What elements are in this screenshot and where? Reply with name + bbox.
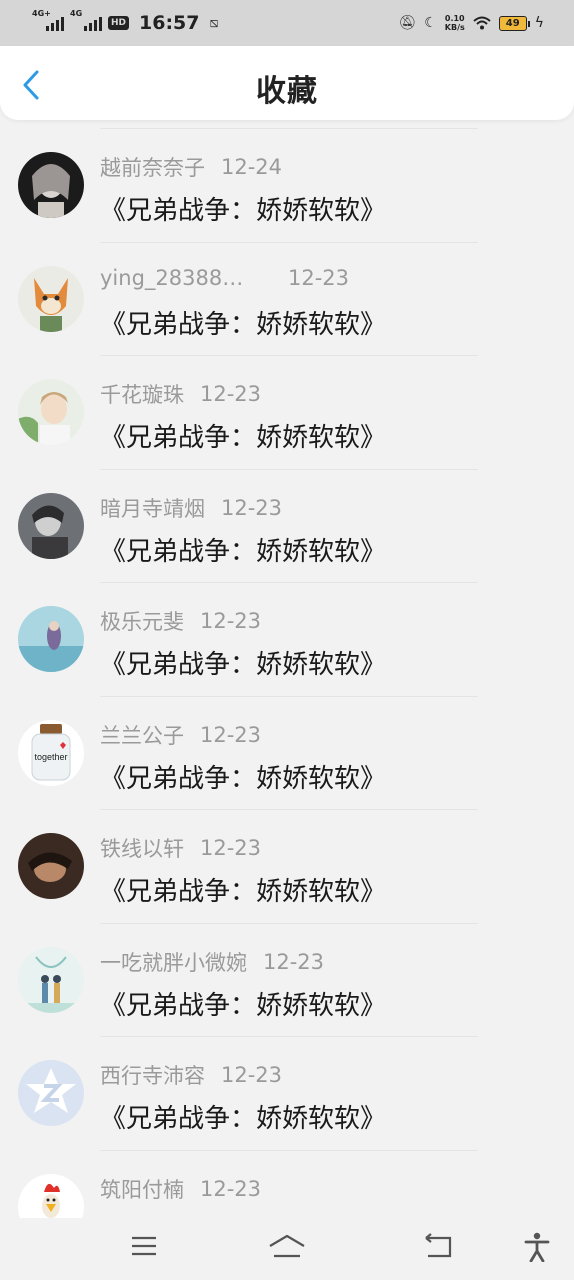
date-label: 12-23 (200, 1176, 262, 1201)
favorites-list[interactable]: 越前奈奈子 12-24 《兄弟战争：娇娇软软》 ying_28388… 12-23 … (0, 128, 574, 1218)
battery-icon: 49 (498, 15, 530, 31)
user-name: 兰兰公子 (100, 723, 184, 748)
divider (100, 355, 478, 356)
avatar[interactable] (18, 492, 84, 559)
charging-icon: ϟ (534, 15, 544, 31)
network-type-1: 4G+ (32, 9, 51, 18)
user-name: 一吃就胖小微婉 (100, 950, 247, 975)
menu-icon (132, 1236, 156, 1256)
book-title[interactable]: 《兄弟战争：娇娇软软》 (100, 985, 386, 1022)
accessibility-button[interactable] (524, 1232, 550, 1266)
list-item[interactable]: 千花璇珠 12-23 《兄弟战争：娇娇软软》 (0, 355, 574, 469)
list-item[interactable]: ying_28388… 12-23 《兄弟战争：娇娇软软》 (0, 241, 574, 356)
page-title: 收藏 (256, 74, 318, 109)
avatar[interactable] (18, 946, 84, 1013)
home-button[interactable] (268, 1232, 306, 1264)
book-title[interactable]: 《兄弟战争：娇娇软软》 (100, 871, 386, 908)
book-title[interactable]: 《兄弟战争：娇娇软软》 (100, 304, 386, 341)
net-speed: 0.10 KB/s (444, 14, 465, 32)
user-name: 极乐元斐 (100, 610, 184, 634)
avatar[interactable] (18, 265, 84, 332)
mute-icon: 🔕︎ (398, 15, 417, 31)
avatar[interactable] (18, 152, 84, 218)
user-name: 越前奈奈子 (100, 156, 205, 180)
accessibility-icon (524, 1232, 550, 1263)
date-label: 12-23 (200, 722, 262, 747)
date-label: 12-23 (263, 949, 325, 974)
date-label: 12-23 (200, 836, 262, 860)
book-title[interactable]: 《兄弟战争：娇娇软软》 (100, 531, 386, 568)
user-name: 西行寺沛容 (100, 1064, 205, 1088)
divider (100, 695, 478, 697)
back-nav-icon (425, 1233, 452, 1258)
clock: 16:57 (139, 12, 200, 34)
divider (100, 1036, 478, 1037)
signal-icon: 4G+ (32, 9, 64, 31)
list-item[interactable]: 一吃就胖小微婉 12-23 《兄弟战争：娇娇软软》 (0, 922, 574, 1037)
top-app-bar: 收藏 (0, 46, 574, 120)
divider (100, 241, 478, 243)
date-label: 12-23 (200, 382, 262, 406)
date-label: 12-23 (200, 609, 262, 633)
divider (100, 468, 478, 470)
user-name: 暗月寺靖烟 (100, 496, 205, 521)
book-title[interactable]: 《兄弟战争：娇娇软软》 (100, 417, 386, 454)
system-navigation-bar (0, 1218, 574, 1280)
network-type-2: 4G (70, 9, 83, 18)
avatar[interactable] (18, 379, 84, 445)
list-item[interactable]: 越前奈奈子 12-24 《兄弟战争：娇娇软软》 (0, 128, 574, 242)
avatar[interactable] (18, 1173, 84, 1218)
svg-text:together: together (34, 752, 67, 762)
menu-button[interactable] (130, 1232, 158, 1264)
home-icon (269, 1234, 305, 1258)
moon-icon: ☾ (424, 15, 437, 31)
divider (100, 582, 478, 583)
hd-voice-icon: HD (108, 16, 130, 30)
book-title[interactable]: 《兄弟战争：娇娇软软》 (100, 190, 386, 227)
list-item[interactable]: 筑阳付楠 12-23 (0, 1149, 574, 1218)
signal-icon-2: 4G (70, 9, 102, 31)
avatar[interactable]: together (18, 719, 84, 786)
user-name: 筑阳付楠 (100, 1177, 184, 1202)
list-item[interactable]: 暗月寺靖烟 12-23 《兄弟战争：娇娇软软》 (0, 468, 574, 583)
back-nav-button[interactable] (424, 1232, 454, 1264)
divider (100, 922, 478, 924)
user-name: ying_28388… (100, 265, 244, 290)
user-name: 铁线以轩 (100, 837, 184, 861)
date-label: 12-24 (221, 155, 283, 179)
date-label: 12-23 (288, 265, 350, 290)
book-title[interactable]: 《兄弟战争：娇娇软软》 (100, 758, 386, 795)
avatar[interactable] (18, 1060, 84, 1126)
avatar[interactable] (18, 606, 84, 672)
book-title[interactable]: 《兄弟战争：娇娇软软》 (100, 644, 386, 681)
date-label: 12-23 (221, 495, 283, 520)
wifi-icon (473, 16, 491, 30)
divider (100, 128, 478, 129)
list-item[interactable]: 极乐元斐 12-23 《兄弟战争：娇娇软软》 (0, 582, 574, 696)
avatar[interactable] (18, 833, 84, 899)
user-name: 千花璇珠 (100, 383, 184, 407)
date-label: 12-23 (221, 1063, 283, 1087)
screenshot-icon: ⧅ (209, 15, 219, 31)
list-item[interactable]: 西行寺沛容 12-23 《兄弟战争：娇娇软软》 (0, 1036, 574, 1150)
status-bar: 4G+ 4G HD 16:57 ⧅ 🔕︎ ☾ 0.10 KB/s 49 ϟ (0, 0, 574, 46)
list-item[interactable]: together 兰兰公子 12-23 《兄弟战争：娇娇软软》 (0, 695, 574, 810)
list-item[interactable]: 铁线以轩 12-23 《兄弟战争：娇娇软软》 (0, 809, 574, 923)
divider (100, 809, 478, 810)
book-title[interactable]: 《兄弟战争：娇娇软软》 (100, 1098, 386, 1135)
divider (100, 1149, 478, 1151)
